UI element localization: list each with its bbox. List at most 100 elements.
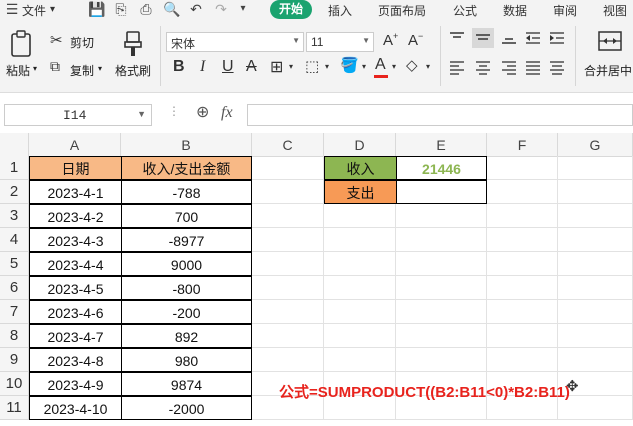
border-icon[interactable]: ⊞ [270, 57, 283, 77]
amount-header-cell[interactable]: 收入/支出金额 [121, 156, 252, 180]
row-header-4[interactable]: 4 [0, 228, 29, 252]
tab-data[interactable]: 数据 [503, 2, 527, 19]
tab-insert[interactable]: 插入 [328, 2, 352, 19]
justify-icon[interactable] [524, 60, 542, 79]
cell[interactable] [558, 348, 633, 372]
cell[interactable] [487, 180, 558, 204]
formula-input[interactable] [247, 104, 633, 126]
cell[interactable] [252, 228, 324, 252]
column-header-c[interactable]: C [252, 133, 324, 157]
amount-cell[interactable]: -2000 [121, 396, 252, 420]
expense-value-cell[interactable] [396, 180, 487, 204]
undo-icon[interactable]: ↶ [188, 1, 204, 17]
redo-icon[interactable]: ↷ [213, 1, 229, 17]
date-cell[interactable]: 2023-4-4 [29, 252, 122, 276]
cell[interactable] [252, 300, 324, 324]
cell[interactable] [252, 276, 324, 300]
align-right-icon[interactable] [500, 60, 518, 79]
tab-view[interactable]: 视图 [603, 2, 627, 19]
cell[interactable] [558, 204, 633, 228]
amount-cell[interactable]: 892 [121, 324, 252, 348]
scissors-icon[interactable]: ✂ [50, 31, 63, 49]
font-name-select[interactable]: 宋体 ▼ [166, 32, 304, 52]
italic-icon[interactable]: I [200, 58, 205, 76]
amount-cell[interactable]: 700 [121, 204, 252, 228]
cell[interactable] [487, 156, 558, 180]
cell[interactable] [487, 324, 558, 348]
row-header-11[interactable]: 11 [0, 396, 29, 420]
date-cell[interactable]: 2023-4-6 [29, 300, 122, 324]
font-size-select[interactable]: 11 ▼ [306, 32, 374, 52]
cell[interactable] [396, 276, 487, 300]
cell[interactable] [252, 156, 324, 180]
cell[interactable] [487, 204, 558, 228]
clear-format-icon[interactable]: ◇ [406, 56, 418, 74]
cell[interactable] [324, 204, 396, 228]
font-color-dropdown-icon[interactable]: ▾ [392, 62, 396, 71]
print-icon[interactable]: ⎙ [138, 1, 154, 17]
align-bottom-icon[interactable] [500, 30, 518, 49]
amount-cell[interactable]: 9874 [121, 372, 252, 396]
font-color-icon[interactable]: A [375, 56, 386, 74]
name-box[interactable]: I14 ▼ [4, 104, 152, 126]
cell[interactable] [324, 252, 396, 276]
align-middle-icon[interactable] [472, 28, 494, 48]
cell[interactable] [558, 300, 633, 324]
date-cell[interactable]: 2023-4-2 [29, 204, 122, 228]
underline-icon[interactable]: U [222, 58, 234, 76]
cell[interactable] [396, 324, 487, 348]
align-left-icon[interactable] [448, 60, 466, 79]
merge-center-button[interactable]: 合并居中 [584, 62, 632, 79]
distributed-align-icon[interactable] [548, 60, 566, 79]
copy-dropdown-icon[interactable]: ▾ [98, 64, 102, 73]
amount-cell[interactable]: -200 [121, 300, 252, 324]
cell[interactable] [558, 324, 633, 348]
row-header-5[interactable]: 5 [0, 252, 29, 276]
cell[interactable] [396, 348, 487, 372]
clear-dropdown-icon[interactable]: ▾ [426, 62, 430, 71]
select-all-corner[interactable] [0, 133, 29, 157]
cell[interactable] [252, 180, 324, 204]
save-icon[interactable]: 💾 [88, 1, 105, 17]
cell[interactable] [324, 300, 396, 324]
export-icon[interactable]: ⎘ [113, 1, 129, 17]
cut-button[interactable]: 剪切 [70, 34, 94, 51]
print-preview-icon[interactable]: 🔍 [163, 1, 180, 17]
column-header-d[interactable]: D [324, 133, 396, 157]
cell[interactable] [252, 204, 324, 228]
decrease-indent-icon[interactable] [524, 30, 542, 49]
cell-style-icon[interactable]: ⬚ [305, 57, 319, 75]
tab-formulas[interactable]: 公式 [453, 2, 477, 19]
merge-center-icon[interactable] [598, 30, 622, 55]
expense-label-cell[interactable]: 支出 [324, 180, 397, 204]
cell[interactable] [487, 228, 558, 252]
zoom-icon[interactable]: ⊕ [196, 102, 209, 122]
row-header-3[interactable]: 3 [0, 204, 29, 228]
drag-handle-icon[interactable]: ⋮ [168, 104, 180, 118]
row-header-6[interactable]: 6 [0, 276, 29, 300]
cell[interactable] [487, 348, 558, 372]
column-header-b[interactable]: B [121, 133, 252, 157]
format-painter-icon[interactable] [122, 30, 144, 58]
row-header-9[interactable]: 9 [0, 348, 29, 372]
increase-font-icon[interactable]: A+ [383, 31, 398, 49]
amount-cell[interactable]: -788 [121, 180, 252, 204]
cell[interactable] [558, 156, 633, 180]
cell[interactable] [558, 180, 633, 204]
cell[interactable] [558, 276, 633, 300]
row-header-8[interactable]: 8 [0, 324, 29, 348]
date-cell[interactable]: 2023-4-8 [29, 348, 122, 372]
paste-button[interactable]: 粘贴 [6, 62, 30, 79]
date-cell[interactable]: 2023-4-3 [29, 228, 122, 252]
date-header-cell[interactable]: 日期 [29, 156, 122, 180]
fill-color-dropdown-icon[interactable]: ▾ [362, 62, 366, 71]
align-center-icon[interactable] [474, 60, 492, 79]
income-value-cell[interactable]: 21446 [396, 156, 487, 180]
cell[interactable] [324, 324, 396, 348]
income-label-cell[interactable]: 收入 [324, 156, 397, 180]
date-cell[interactable]: 2023-4-1 [29, 180, 122, 204]
cell[interactable] [558, 252, 633, 276]
column-header-f[interactable]: F [487, 133, 558, 157]
cell[interactable] [487, 300, 558, 324]
format-painter-button[interactable]: 格式刷 [115, 62, 151, 79]
